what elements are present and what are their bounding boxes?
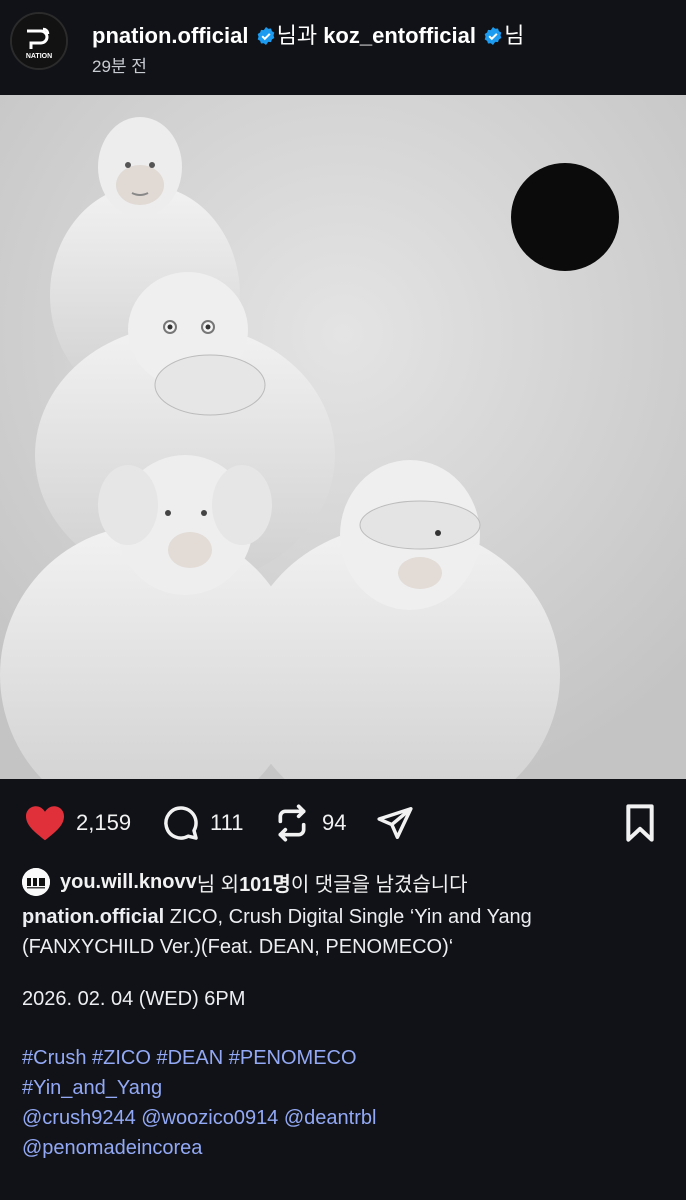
black-circle [511,163,619,271]
repost-count: 94 [322,810,347,835]
mentions-line[interactable]: @penomadeincorea [22,1133,672,1163]
join-text: 님과 [276,23,318,48]
bookmark-button[interactable] [622,793,658,853]
post-header: NATION pnation.official 님과 koz_entoffici… [0,0,686,95]
header-title: pnation.official 님과 koz_entofficial 님 [92,18,524,50]
commenter-logo-icon [22,868,50,896]
account-name-secondary[interactable]: koz_entofficial [323,23,476,48]
comments-summary[interactable]: you.will.knovv 님 외 101명 이 댓글을 남겼습니다 [22,866,672,898]
caption-line2: (FANXYCHILD Ver.)(Feat. DEAN, PENOMECO)‘ [22,936,454,958]
caption-author[interactable]: pnation.official [22,906,164,928]
hashtags-line[interactable]: #Crush #ZICO #DEAN #PENOMECO [22,1043,672,1073]
comments-text-mid: 님 외 [196,873,240,896]
account-name-primary[interactable]: pnation.official [92,23,248,48]
repost-button[interactable]: 94 [272,793,346,853]
verified-badge-icon [257,27,274,45]
comment-button[interactable]: 111 [162,793,243,853]
send-icon [377,807,413,839]
pnation-logo-icon: NATION [12,14,66,68]
monkeys-illustration [0,95,686,779]
action-bar: 2,159 111 94 [0,793,686,853]
heart-icon [26,806,64,841]
bookmark-icon [626,804,654,842]
comment-count: 111 [210,810,244,835]
repost-icon [278,804,306,842]
avatar-logo-text: NATION [26,53,52,60]
post-caption: pnation.official ZICO, Crush Digital Sin… [22,902,672,962]
caption-line1: ZICO, Crush Digital Single ‘Yin and Yang [164,906,532,928]
commenters-count: 101명 [239,873,291,896]
mentions-line[interactable]: @crush9244 @woozico0914 @deantrbl [22,1103,672,1133]
hashtags-and-mentions: #Crush #ZICO #DEAN #PENOMECO #Yin_and_Ya… [22,1043,672,1163]
share-button[interactable] [376,793,414,853]
like-button[interactable]: 2,159 [24,793,131,853]
hashtags-line[interactable]: #Yin_and_Yang [22,1073,672,1103]
profile-avatar[interactable]: NATION [10,12,68,70]
verified-badge-icon [484,27,502,45]
post-meta: you.will.knovv 님 외 101명 이 댓글을 남겼습니다 pnatio… [22,866,672,1163]
post-image[interactable] [0,95,686,779]
like-count: 2,159 [76,810,132,835]
comment-bubble-icon [164,806,198,840]
comments-text-end: 이 댓글을 남겼습니다 [290,873,468,896]
release-date: 2026. 02. 04 (WED) 6PM [22,988,246,1010]
post-timestamp: 29분 전 [92,57,147,76]
suffix-text: 님 [504,23,525,48]
commenter-avatar [22,868,50,896]
commenter-name[interactable]: you.will.knovv [60,871,197,894]
